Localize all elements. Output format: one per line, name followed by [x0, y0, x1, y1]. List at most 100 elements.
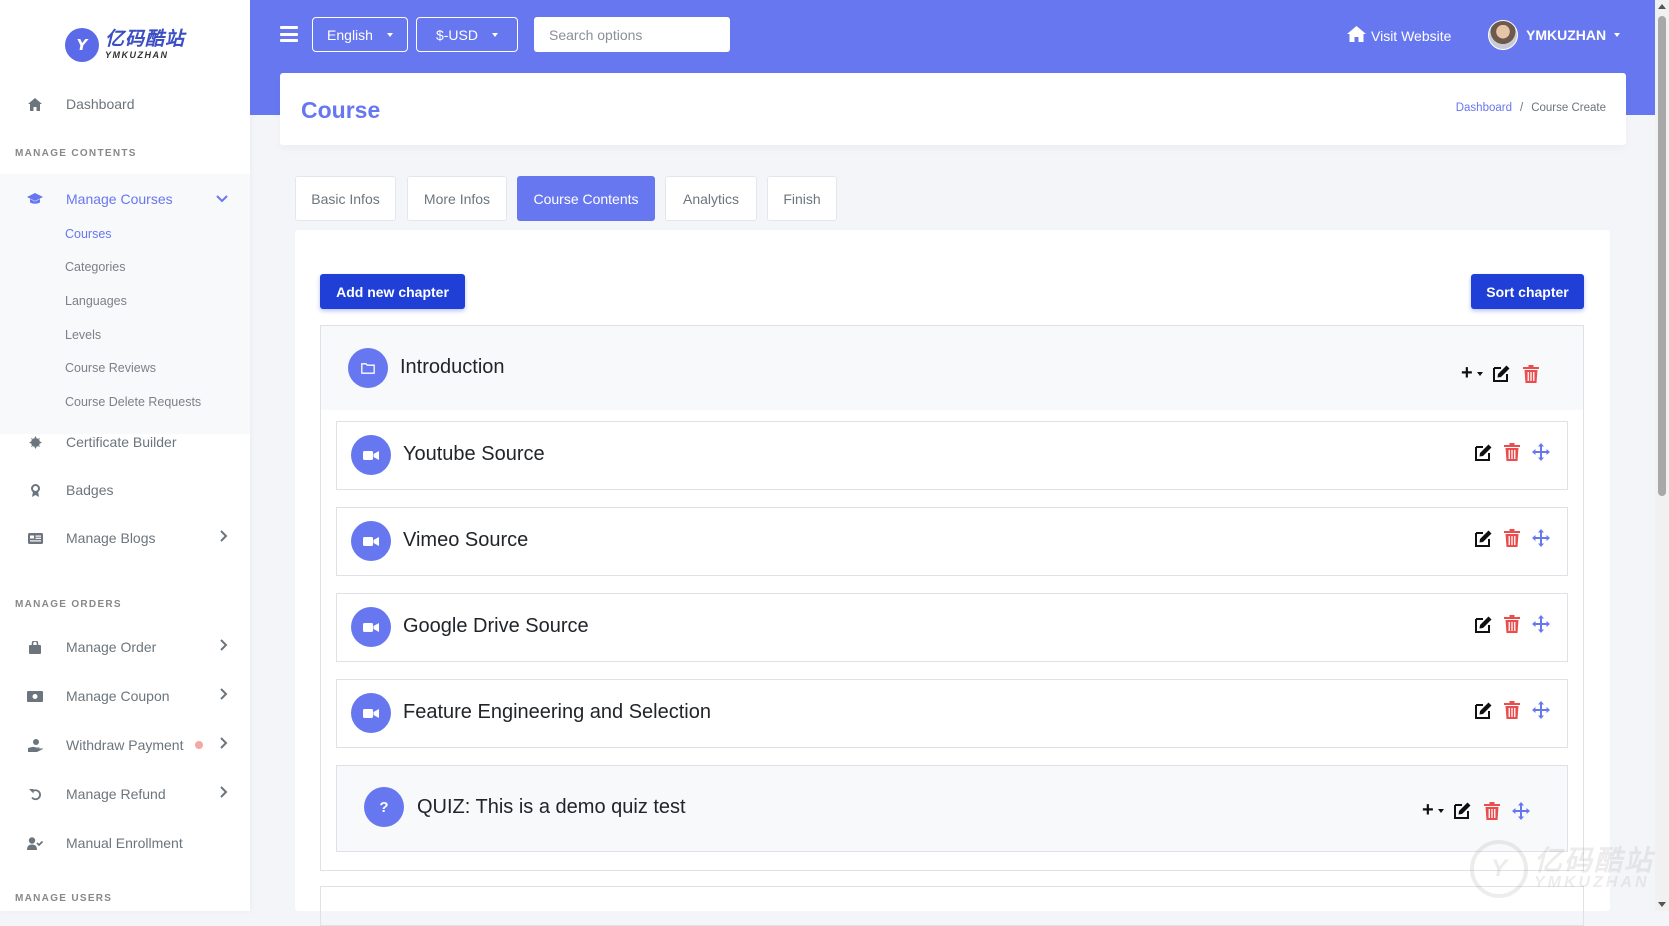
sidebar-item-label: Manage Order [66, 639, 157, 655]
breadcrumb-dashboard-link[interactable]: Dashboard [1456, 102, 1512, 114]
nav-header-users: MANAGE USERS [15, 893, 113, 904]
avatar [1488, 20, 1518, 50]
certificate-icon [26, 435, 44, 449]
trash-icon[interactable] [1521, 364, 1541, 384]
tab-analytics[interactable]: Analytics [665, 176, 757, 221]
trash-icon[interactable] [1482, 801, 1502, 821]
nav-header-contents: MANAGE CONTENTS [15, 148, 137, 159]
add-question-dropdown[interactable]: + [1422, 799, 1444, 822]
watermark-logo: Y 亿码酷站 YMKUZHAN [1470, 840, 1654, 898]
newspaper-icon [26, 532, 44, 544]
breadcrumb: Dashboard / Course Create [1456, 102, 1606, 114]
scroll-down-icon[interactable] [1658, 902, 1666, 907]
user-menu[interactable]: YMKUZHAN [1488, 20, 1621, 50]
search-placeholder: Search options [549, 26, 643, 43]
drag-handle-icon[interactable] [1531, 528, 1551, 548]
trash-icon[interactable] [1502, 700, 1522, 720]
sidebar-item-badges[interactable]: Badges [0, 467, 250, 513]
drag-handle-icon[interactable] [1531, 442, 1551, 462]
sidebar-item-dashboard[interactable]: Dashboard [0, 81, 250, 127]
graduation-cap-icon [26, 193, 44, 205]
money-icon [26, 690, 44, 702]
hamburger-menu-icon[interactable] [280, 26, 298, 42]
caret-down-icon [386, 32, 393, 37]
logo-mark: Y [64, 28, 99, 62]
nav-header-orders: MANAGE ORDERS [15, 599, 122, 610]
question-icon: ? [364, 787, 404, 827]
language-select-value: English [327, 26, 373, 43]
trash-icon[interactable] [1502, 442, 1522, 462]
add-new-chapter-button[interactable]: Add new chapter [320, 274, 465, 309]
page-header-card: Course Dashboard / Course Create [280, 73, 1626, 145]
sidebar-item-manage-courses[interactable]: Manage Courses [0, 176, 250, 222]
tab-course-contents[interactable]: Course Contents [517, 176, 655, 221]
chapter-actions: + [1461, 362, 1541, 385]
currency-select-value: $-USD [435, 26, 478, 43]
edit-icon[interactable] [1473, 442, 1493, 462]
edit-icon[interactable] [1473, 700, 1493, 720]
add-item-dropdown[interactable]: + [1461, 362, 1483, 385]
sidebar-item-manage-refund[interactable]: Manage Refund [0, 771, 250, 817]
chevron-right-icon [220, 785, 228, 803]
sidebar-item-manual-enrollment[interactable]: Manual Enrollment [0, 820, 250, 866]
caret-down-icon [1437, 808, 1444, 813]
visit-website-label: Visit Website [1371, 27, 1452, 44]
chapter-header [321, 326, 1583, 410]
trash-icon[interactable] [1502, 528, 1522, 548]
sidebar-item-label: Certificate Builder [66, 434, 177, 450]
home-icon [1347, 26, 1366, 45]
sort-chapter-button[interactable]: Sort chapter [1471, 274, 1584, 309]
sidebar-item-certificate-builder[interactable]: Certificate Builder [0, 419, 250, 465]
sidebar-subitem-languages[interactable]: Languages [65, 294, 127, 308]
sidebar-item-label: Manual Enrollment [66, 835, 183, 851]
tab-basic-infos[interactable]: Basic Infos [295, 176, 396, 221]
sidebar-subitem-courses[interactable]: Courses [65, 227, 112, 241]
scroll-up-icon[interactable] [1658, 4, 1666, 9]
sidebar-item-label: Manage Refund [66, 786, 166, 802]
language-select[interactable]: English [312, 17, 408, 52]
drag-handle-icon[interactable] [1531, 614, 1551, 634]
chapter-title: Introduction [400, 356, 505, 378]
sidebar-subitem-categories[interactable]: Categories [65, 260, 125, 274]
brand-logo[interactable]: Y 亿码酷站 YMKUZHAN [0, 0, 250, 90]
tab-finish[interactable]: Finish [767, 176, 837, 221]
sidebar-item-manage-coupon[interactable]: Manage Coupon [0, 673, 250, 719]
quiz-actions: + [1422, 799, 1531, 822]
video-icon [351, 693, 391, 733]
video-icon [351, 607, 391, 647]
search-input[interactable]: Search options [534, 17, 730, 52]
scrollbar-thumb[interactable] [1658, 16, 1666, 496]
sidebar-item-manage-blogs[interactable]: Manage Blogs [0, 515, 250, 561]
edit-icon[interactable] [1453, 801, 1473, 821]
page-scrollbar[interactable] [1655, 0, 1669, 911]
edit-icon[interactable] [1492, 364, 1512, 384]
user-check-icon [26, 836, 44, 850]
sidebar-subitem-levels[interactable]: Levels [65, 328, 101, 342]
drag-handle-icon[interactable] [1511, 801, 1531, 821]
edit-icon[interactable] [1473, 528, 1493, 548]
video-icon [351, 435, 391, 475]
logo-text-cn: 亿码酷站 [104, 28, 185, 50]
user-name: YMKUZHAN [1526, 27, 1607, 43]
sidebar-item-manage-order[interactable]: Manage Order [0, 624, 250, 670]
tab-more-infos[interactable]: More Infos [407, 176, 507, 221]
currency-select[interactable]: $-USD [416, 17, 518, 52]
video-icon [351, 521, 391, 561]
drag-handle-icon[interactable] [1531, 700, 1551, 720]
sidebar-subitem-course-delete-requests[interactable]: Course Delete Requests [65, 395, 201, 409]
visit-website-link[interactable]: Visit Website [1347, 26, 1451, 45]
sidebar-item-withdraw-payment[interactable]: Withdraw Payment [0, 722, 250, 768]
sidebar-item-label: Dashboard [66, 96, 135, 112]
sidebar: Y 亿码酷站 YMKUZHAN Dashboard MANAGE CONTENT… [0, 0, 250, 911]
lesson-title: Youtube Source [403, 443, 545, 465]
lesson-title: Google Drive Source [403, 615, 589, 637]
sidebar-subitem-course-reviews[interactable]: Course Reviews [65, 361, 156, 375]
caret-down-icon [1476, 371, 1483, 376]
lesson-actions [1473, 614, 1551, 634]
edit-icon[interactable] [1473, 614, 1493, 634]
sidebar-item-label: Manage Coupon [66, 688, 170, 704]
sidebar-item-label: Badges [66, 482, 114, 498]
caret-down-icon [1614, 33, 1621, 37]
trash-icon[interactable] [1502, 614, 1522, 634]
chevron-right-icon [220, 687, 228, 705]
